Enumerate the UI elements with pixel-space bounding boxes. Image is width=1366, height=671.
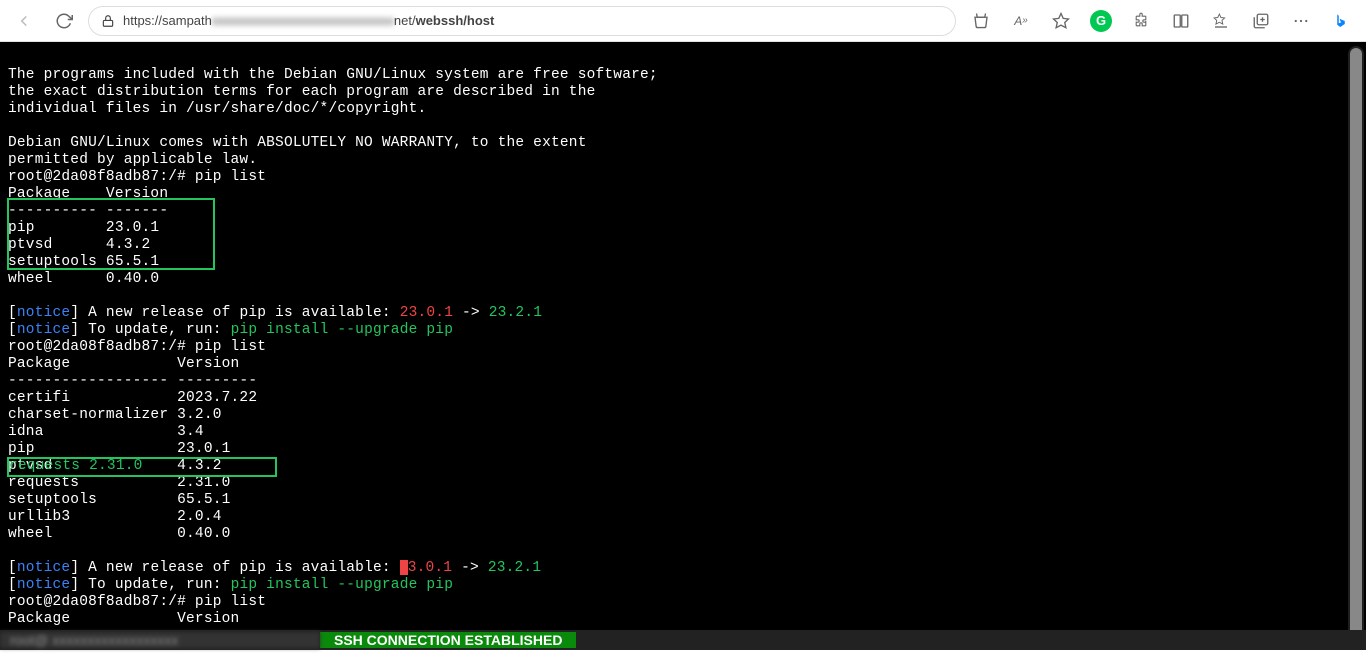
- favorite-star-icon[interactable]: [1044, 5, 1078, 37]
- favorites-list-icon[interactable]: [1204, 5, 1238, 37]
- browser-toolbar: https://sampathxxxxxxxxxxxxxxxxxxxxxxxxx…: [0, 0, 1366, 42]
- split-screen-icon[interactable]: [1164, 5, 1198, 37]
- text-cursor: [400, 560, 408, 575]
- shopping-icon[interactable]: [964, 5, 998, 37]
- read-aloud-icon[interactable]: A»: [1004, 5, 1038, 37]
- toolbar-right: A» G: [964, 5, 1358, 37]
- terminal-output: The programs included with the Debian GN…: [0, 42, 1366, 642]
- scrollbar-thumb[interactable]: [1350, 48, 1362, 640]
- terminal-viewport[interactable]: The programs included with the Debian GN…: [0, 42, 1366, 650]
- lock-icon: [101, 14, 115, 28]
- more-menu-icon[interactable]: [1284, 5, 1318, 37]
- grammarly-icon[interactable]: G: [1084, 5, 1118, 37]
- url-text: https://sampathxxxxxxxxxxxxxxxxxxxxxxxxx…: [123, 13, 943, 28]
- refresh-button[interactable]: [48, 5, 80, 37]
- vertical-scrollbar[interactable]: [1348, 46, 1364, 646]
- back-button[interactable]: [8, 5, 40, 37]
- highlight-overlay-text: requests 2.31.0: [9, 458, 143, 474]
- extensions-icon[interactable]: [1124, 5, 1158, 37]
- status-bar: root@ xxxxxxxxxxxxxxxxxx SSH CONNECTION …: [0, 630, 1366, 650]
- collections-icon[interactable]: [1244, 5, 1278, 37]
- address-bar[interactable]: https://sampathxxxxxxxxxxxxxxxxxxxxxxxxx…: [88, 6, 956, 36]
- ssh-status-badge: SSH CONNECTION ESTABLISHED: [320, 632, 576, 648]
- status-left: root@ xxxxxxxxxxxxxxxxxx: [0, 632, 320, 648]
- bing-icon[interactable]: [1324, 5, 1358, 37]
